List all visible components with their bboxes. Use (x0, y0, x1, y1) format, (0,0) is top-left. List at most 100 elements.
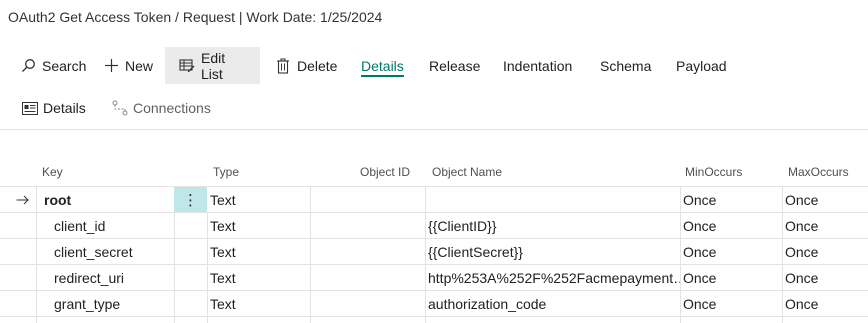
action-bar: Search New Edit List Delete Details Rele… (0, 47, 868, 84)
plus-icon (103, 58, 119, 74)
grid-line (782, 239, 783, 265)
search-button[interactable]: Search (20, 47, 86, 84)
object-name-cell[interactable]: {{ClientID}} (428, 213, 680, 239)
grid-line (174, 213, 175, 239)
maxoccurs-cell[interactable]: Once (785, 265, 818, 291)
tab-indentation[interactable]: Indentation (503, 47, 572, 84)
grid-line (680, 317, 681, 323)
grid-line (782, 213, 783, 239)
connections-label: Connections (133, 100, 211, 116)
grid-line (36, 265, 37, 291)
maxoccurs-cell[interactable]: Once (785, 291, 818, 317)
type-cell[interactable]: Text (210, 291, 236, 317)
object-name-cell[interactable]: http%253A%252F%252Facmepayment… (428, 265, 680, 291)
active-tab-indicator (361, 75, 404, 77)
column-header-minoccurs[interactable]: MinOccurs (685, 157, 742, 186)
tab-schema[interactable]: Schema (600, 47, 651, 84)
column-header-type[interactable]: Type (213, 157, 239, 186)
grid-line (425, 317, 426, 323)
key-cell[interactable]: client_id (54, 213, 105, 239)
grid-line (782, 317, 783, 323)
minoccurs-cell[interactable]: Once (683, 291, 716, 317)
grid-line (425, 239, 426, 265)
schema-label: Schema (600, 57, 652, 74)
grid-line (425, 187, 426, 213)
grid-line (174, 239, 175, 265)
delete-label: Delete (297, 57, 338, 74)
new-label: New (125, 57, 154, 74)
minoccurs-cell[interactable]: Once (683, 265, 716, 291)
grid-line (310, 239, 311, 265)
key-cell[interactable]: redirect_uri (54, 265, 124, 291)
table-row[interactable]: client_id Text {{ClientID}} Once Once (0, 212, 868, 239)
table-row[interactable]: client_secret Text {{ClientSecret}} Once… (0, 238, 868, 265)
grid-line (782, 265, 783, 291)
column-header-maxoccurs[interactable]: MaxOccurs (788, 157, 849, 186)
grid-line (425, 291, 426, 317)
details-factbox-label: Details (43, 100, 86, 116)
object-name-cell[interactable] (428, 187, 680, 213)
grid-line (310, 187, 311, 213)
grid-line (782, 187, 783, 213)
tab-payload[interactable]: Payload (676, 47, 727, 84)
edit-list-label: Edit List (201, 49, 226, 82)
table-row-partial (0, 316, 868, 323)
object-name-cell[interactable]: authorization_code (428, 291, 680, 317)
release-label: Release (429, 57, 481, 74)
grid-line (207, 265, 208, 291)
type-cell[interactable]: Text (210, 187, 236, 213)
grid-line (310, 265, 311, 291)
column-header-object-id[interactable]: Object ID (360, 157, 410, 186)
grid-line (174, 265, 175, 291)
maxoccurs-cell[interactable]: Once (785, 239, 818, 265)
grid-line (680, 239, 681, 265)
grid-line (425, 213, 426, 239)
maxoccurs-cell[interactable]: Once (785, 187, 818, 213)
maxoccurs-cell[interactable]: Once (785, 213, 818, 239)
edit-list-button[interactable]: Edit List (165, 47, 260, 84)
current-row-arrow-icon (16, 187, 29, 213)
object-name-cell[interactable]: {{ClientSecret}} (428, 239, 680, 265)
indentation-label: Indentation (503, 57, 573, 74)
row-actions-button[interactable]: ⋮ (174, 187, 207, 213)
details-card-icon (22, 100, 38, 116)
grid-line (782, 291, 783, 317)
grid-line (680, 213, 681, 239)
grid-line (310, 213, 311, 239)
column-header-object-name[interactable]: Object Name (432, 157, 502, 186)
key-cell[interactable]: grant_type (54, 291, 120, 317)
column-header-key[interactable]: Key (42, 157, 63, 186)
minoccurs-cell[interactable]: Once (683, 187, 716, 213)
table-row[interactable]: grant_type Text authorization_code Once … (0, 290, 868, 317)
search-label: Search (42, 57, 87, 74)
details-tab-label: Details (361, 57, 404, 74)
type-cell[interactable]: Text (210, 213, 236, 239)
key-cell[interactable]: client_secret (54, 239, 133, 265)
delete-button[interactable]: Delete (275, 47, 337, 84)
grid-line (36, 291, 37, 317)
new-button[interactable]: New (103, 47, 153, 84)
grid-line (207, 291, 208, 317)
grid-line (310, 291, 311, 317)
details-factbox-button[interactable]: Details (22, 91, 86, 125)
grid-line (680, 265, 681, 291)
tab-release[interactable]: Release (429, 47, 480, 84)
type-cell[interactable]: Text (210, 239, 236, 265)
minoccurs-cell[interactable]: Once (683, 213, 716, 239)
key-cell[interactable]: root (44, 187, 71, 213)
factbox-bar: Details Connections (0, 91, 868, 125)
more-vertical-icon: ⋮ (183, 192, 198, 209)
grid-line (310, 317, 311, 323)
grid-line (207, 317, 208, 323)
grid-line (174, 291, 175, 317)
connections-icon (112, 100, 128, 116)
type-cell[interactable]: Text (210, 265, 236, 291)
tab-details[interactable]: Details (361, 47, 404, 84)
grid-line (680, 291, 681, 317)
minoccurs-cell[interactable]: Once (683, 239, 716, 265)
table-row[interactable]: root ⋮ Text Once Once (0, 186, 868, 213)
toolbar-divider (0, 129, 868, 130)
connections-button[interactable]: Connections (112, 91, 211, 125)
table-row[interactable]: redirect_uri Text http%253A%252F%252Facm… (0, 264, 868, 291)
grid-line (680, 187, 681, 213)
